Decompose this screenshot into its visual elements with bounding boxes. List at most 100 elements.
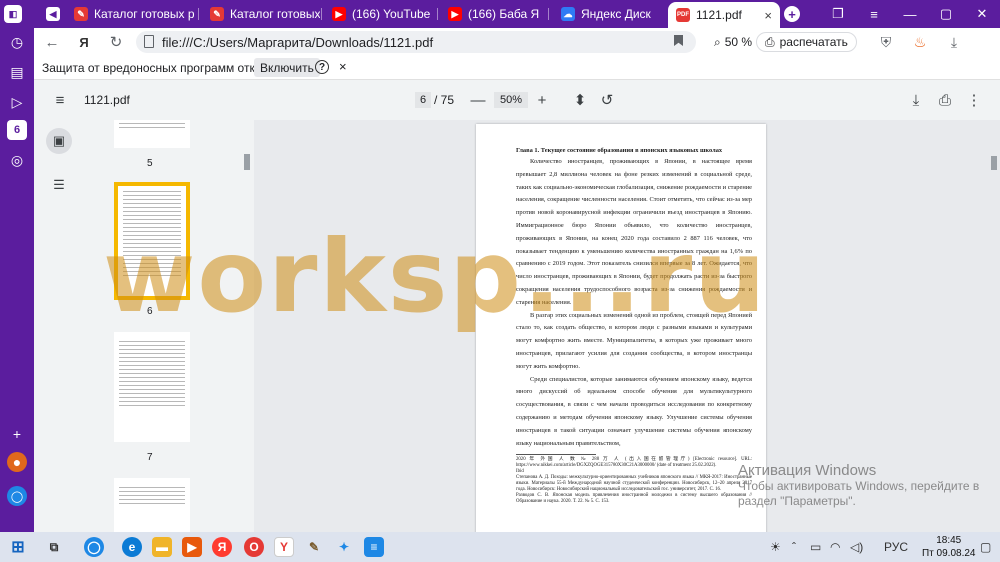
thumbnails-view-icon[interactable]: ▣ <box>46 128 72 154</box>
document-scrollbar[interactable] <box>991 156 997 170</box>
thumb-line <box>119 385 185 386</box>
zoom-in-icon[interactable]: + <box>532 90 552 110</box>
thumb-line <box>119 373 185 374</box>
thumbnail-page-8[interactable] <box>114 478 190 538</box>
back-arrow-icon[interactable]: ← <box>42 32 62 52</box>
input-language[interactable]: РУС <box>884 540 908 554</box>
thumb-line <box>123 211 181 212</box>
window-controls: ❐ ≡ — ▢ ✕ <box>820 0 1000 28</box>
thumbnail-page-7[interactable] <box>114 332 190 442</box>
thumbnail-page-5[interactable] <box>114 120 190 148</box>
show-hidden-icons-icon[interactable]: ˆ <box>792 540 796 554</box>
thumb-line <box>123 267 181 268</box>
start-windows-icon[interactable]: ⊞ <box>8 537 28 557</box>
edge-browser-icon[interactable]: e <box>122 537 142 557</box>
wifi-icon[interactable]: ◠ <box>830 540 840 554</box>
print-label: распечатать <box>779 35 848 49</box>
footnote: 2020 年 外国 人 数 № 288 万 人 (出入国在留管理庁) [Elec… <box>516 457 752 469</box>
network-app-icon[interactable]: ✦ <box>334 537 354 557</box>
new-tab-button[interactable]: + <box>784 3 806 25</box>
pinned-tab-alice[interactable]: ◀ <box>38 3 60 25</box>
volume-icon[interactable]: ◁) <box>850 540 863 554</box>
address-bar: ← Я ↻ file:///C:/Users/Маргарита/Downloa… <box>34 28 1000 56</box>
protect-shield-icon[interactable]: ⛨ <box>876 32 896 52</box>
help-icon[interactable]: ? <box>315 60 329 74</box>
thumb-line <box>123 239 181 240</box>
tab-yandex-disk[interactable]: ☁ Яндекс Диск <box>553 3 665 25</box>
tab-counter-icon[interactable]: 6 <box>7 120 27 140</box>
thumbnail-number: 6 <box>147 306 153 317</box>
tabs-overview-icon[interactable]: ❐ <box>820 0 856 28</box>
collections-icon[interactable]: ▤ <box>7 62 27 82</box>
app-circle-icon[interactable]: ◯ <box>84 537 104 557</box>
thumb-line <box>123 207 181 208</box>
plus-icon: + <box>784 6 800 22</box>
file-page-icon <box>144 35 154 48</box>
task-view-icon[interactable]: ⧉ <box>44 537 64 557</box>
hamburger-menu-icon[interactable]: ≡ <box>50 90 70 110</box>
file-explorer-icon[interactable]: ▬ <box>152 537 172 557</box>
fit-page-icon[interactable]: ⬍ <box>570 90 590 110</box>
thumb-line <box>119 389 185 390</box>
restore-icon[interactable]: ▢ <box>928 0 964 28</box>
thumb-line <box>119 495 185 496</box>
print-button[interactable]: ⎙ распечатать <box>756 32 857 52</box>
outline-view-icon[interactable]: ☰ <box>46 172 72 198</box>
download-icon[interactable]: ⤓ <box>906 90 926 110</box>
more-options-icon[interactable]: ⋮ <box>964 90 984 110</box>
zoom-out-icon[interactable]: — <box>468 90 488 110</box>
yandex-app-icon[interactable]: Y <box>274 537 294 557</box>
menu-icon[interactable]: ≡ <box>856 0 892 28</box>
close-infobar-icon[interactable]: × <box>339 59 347 74</box>
tab-pdf-active[interactable]: PDF 1121.pdf × <box>668 2 780 28</box>
alice-assistant-icon[interactable]: ◯ <box>7 486 27 506</box>
page-number-input[interactable]: 6 <box>415 92 431 108</box>
thumbnail-scrollbar[interactable] <box>244 154 250 170</box>
screenshot-icon[interactable]: ◎ <box>7 150 27 170</box>
tab-separator <box>548 8 549 20</box>
tab-youtube-1[interactable]: ▶ (166) YouTube <box>324 3 434 25</box>
zoom-level-input[interactable]: 50% <box>494 92 528 108</box>
minimize-icon[interactable]: — <box>892 0 928 28</box>
rotate-icon[interactable]: ↺ <box>597 90 617 110</box>
malware-warning-bar: Защита от вредоносных программ отключена… <box>34 56 1000 80</box>
downloads-icon[interactable]: ⤓ <box>944 32 964 52</box>
close-window-icon[interactable]: ✕ <box>964 0 1000 28</box>
tools-icon[interactable]: ✎ <box>304 537 324 557</box>
paragraph: Среди специалистов, которые занимаются о… <box>516 375 752 447</box>
opera-icon[interactable]: O <box>244 537 264 557</box>
thumb-line <box>119 377 185 378</box>
enable-protection-button[interactable]: Включить <box>254 58 320 77</box>
add-panel-icon[interactable]: + <box>7 424 27 444</box>
notifications-icon[interactable]: ▢ <box>980 540 991 554</box>
weather-icon[interactable]: ☀ <box>770 540 781 554</box>
print-icon[interactable]: ⎙ <box>935 90 955 110</box>
thumb-line <box>119 123 185 124</box>
yandex-browser-icon[interactable]: Я <box>212 537 232 557</box>
yandex-logo-icon[interactable]: Я <box>74 32 94 52</box>
thumb-line <box>119 401 185 402</box>
tab-catalog-1[interactable]: ✎ Каталог готовых р <box>66 3 196 25</box>
thumbnail-page-6[interactable] <box>114 182 190 300</box>
system-clock[interactable]: 18:45 Пт 09.08.24 <box>922 534 975 560</box>
tab-youtube-2[interactable]: ▶ (166) Баба Я <box>440 3 545 25</box>
history-icon[interactable]: ◷ <box>7 32 27 52</box>
battery-icon[interactable]: ▭ <box>810 540 821 554</box>
zen-icon[interactable]: ● <box>7 452 27 472</box>
close-tab-icon[interactable]: × <box>764 8 772 23</box>
zoom-indicator[interactable]: ⌕ 50 % <box>706 32 760 52</box>
sidebar-toggle-button[interactable]: ◧ <box>0 3 30 25</box>
media-player-icon[interactable]: ▶ <box>182 537 202 557</box>
youtube-icon: ▶ <box>448 7 462 21</box>
windows-activation-notice: Активация Windows Чтобы активировать Win… <box>738 462 1000 509</box>
tab-catalog-2[interactable]: ✎ Каталог готовых р <box>202 3 320 25</box>
url-field[interactable]: file:///C:/Users/Маргарита/Downloads/112… <box>136 31 696 53</box>
thumb-line <box>119 487 185 488</box>
video-icon[interactable]: ▷ <box>7 92 27 112</box>
thumb-line <box>119 491 185 492</box>
extension-flame-icon[interactable]: ♨ <box>910 32 930 52</box>
word-app-icon[interactable]: ≡ <box>364 537 384 557</box>
footnote: Разводов С. В. Японская модель привлечен… <box>516 493 752 505</box>
reload-icon[interactable]: ↻ <box>106 32 126 52</box>
browser-sidebar: ◷ ▤ ▷ 6 ◎ + ● ◯ <box>0 28 34 532</box>
